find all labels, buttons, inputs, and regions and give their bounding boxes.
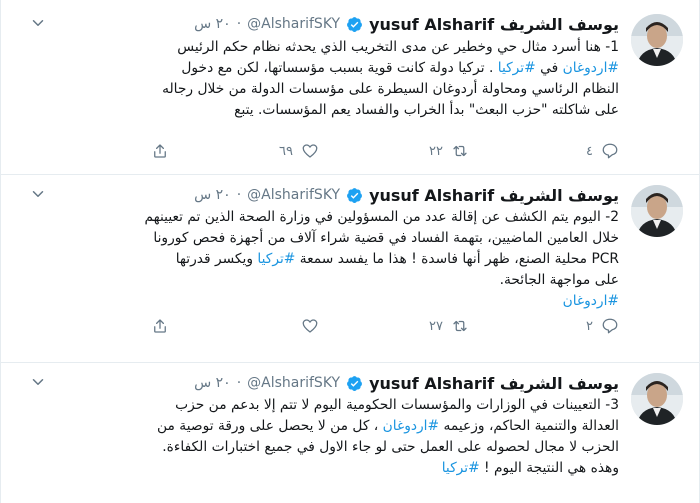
reply-button[interactable]: ٤ <box>586 142 619 160</box>
tweet-text: 2- اليوم يتم الكشف عن إقالة عدد من المسؤ… <box>31 207 619 312</box>
hashtag-link[interactable]: #اردوغان <box>31 291 619 312</box>
like-button[interactable] <box>293 317 319 335</box>
author-name[interactable]: yusuf Alsharif يوسف الشريف <box>369 186 619 205</box>
tweet-header: yusuf Alsharif يوسف الشريف @AlsharifSKY … <box>194 373 619 393</box>
separator-dot: · <box>236 187 242 203</box>
verified-badge-icon <box>347 375 362 391</box>
hashtag-link[interactable]: #اردوغان <box>383 418 439 434</box>
hashtag-link[interactable]: #تركيا <box>498 60 536 76</box>
avatar[interactable] <box>631 14 683 66</box>
tweet-text: 1- هنا أسرد مثال حي وخطير عن مدى التخريب… <box>31 37 619 121</box>
like-icon <box>302 144 318 158</box>
avatar[interactable] <box>631 185 683 237</box>
tweet-actions: ٤ ٢٢ ٦٩ <box>101 142 619 162</box>
author-name[interactable]: yusuf Alsharif يوسف الشريف <box>369 374 619 393</box>
tweet-text-line: PCR محلية الصنع، ظهر أنها فاسدة ! هذا ما… <box>175 251 619 267</box>
tweet-header: yusuf Alsharif يوسف الشريف @AlsharifSKY … <box>194 14 619 34</box>
tweet[interactable]: yusuf Alsharif يوسف الشريف @AlsharifSKY … <box>1 363 699 503</box>
tweet-header: yusuf Alsharif يوسف الشريف @AlsharifSKY … <box>194 185 619 205</box>
author-handle[interactable]: @AlsharifSKY <box>247 16 340 32</box>
like-icon <box>302 319 318 333</box>
tweet-timestamp[interactable]: ٢٠ س <box>194 375 231 391</box>
tweet-timestamp[interactable]: ٢٠ س <box>194 187 231 203</box>
caret-down-icon[interactable] <box>29 185 47 203</box>
tweet-text: 3- التعيينات في الوزارات والمؤسسات الحكو… <box>31 395 619 479</box>
share-icon <box>154 319 166 333</box>
share-button[interactable] <box>151 142 169 160</box>
author-name[interactable]: yusuf Alsharif يوسف الشريف <box>369 15 619 34</box>
caret-down-icon[interactable] <box>29 14 47 32</box>
like-count: ٦٩ <box>279 143 293 159</box>
separator-dot: · <box>236 375 242 391</box>
share-icon <box>154 144 166 158</box>
tweet-text-line: #اردوغان في #تركيا . تركيا دولة كانت قوي… <box>181 60 619 76</box>
caret-down-icon[interactable] <box>29 373 47 391</box>
timeline: yusuf Alsharif يوسف الشريف @AlsharifSKY … <box>0 0 700 503</box>
tweet-actions: ٢ ٢٧ <box>101 317 619 337</box>
retweet-icon <box>453 320 467 332</box>
tweet[interactable]: yusuf Alsharif يوسف الشريف @AlsharifSKY … <box>1 175 699 363</box>
retweet-count: ٢٢ <box>429 143 443 159</box>
separator-dot: · <box>236 16 242 32</box>
verified-badge-icon <box>347 187 362 203</box>
tweet-text-line: العدالة والتنمية الحاكم، وزعيمه #اردوغان… <box>157 418 619 434</box>
reply-icon <box>602 143 618 159</box>
reply-count: ٤ <box>586 143 593 159</box>
tweet-text-line: 2- اليوم يتم الكشف عن إقالة عدد من المسؤ… <box>144 209 619 225</box>
avatar[interactable] <box>631 373 683 425</box>
tweet-text-line: وهذه هي النتيجة اليوم ! #تركيا <box>441 460 619 476</box>
retweet-count: ٢٧ <box>429 318 443 334</box>
author-handle[interactable]: @AlsharifSKY <box>247 375 340 391</box>
reply-button[interactable]: ٢ <box>586 317 619 335</box>
verified-badge-icon <box>347 16 362 32</box>
tweet-text-line: خلال العامين الماضيين، بتهمة الفساد في ق… <box>153 230 619 246</box>
tweet-text-line: 1- هنا أسرد مثال حي وخطير عن مدى التخريب… <box>177 39 619 55</box>
tweet-text-line: على شاكلته "حزب البعث" بدأ الخراب والفسا… <box>234 102 619 118</box>
tweet-timestamp[interactable]: ٢٠ س <box>194 16 231 32</box>
hashtag-link[interactable]: #اردوغان <box>563 60 619 76</box>
retweet-icon <box>453 145 467 157</box>
like-button[interactable]: ٦٩ <box>279 142 319 160</box>
share-button[interactable] <box>151 317 169 335</box>
tweet-text-line: على مواجهة الجائحة. <box>499 272 619 288</box>
tweet-text-line: النظام الرئاسي ومحاولة أردوغان السيطرة ع… <box>162 81 619 97</box>
retweet-button[interactable]: ٢٢ <box>429 142 469 160</box>
hashtag-link[interactable]: #تركيا <box>257 251 295 267</box>
reply-icon <box>602 318 618 334</box>
author-handle[interactable]: @AlsharifSKY <box>247 187 340 203</box>
tweet-text-line: الحزب لا مجال لحصوله على العمل حتى لو جا… <box>162 439 619 455</box>
retweet-button[interactable]: ٢٧ <box>429 317 469 335</box>
reply-count: ٢ <box>586 318 593 334</box>
tweet[interactable]: yusuf Alsharif يوسف الشريف @AlsharifSKY … <box>1 0 699 175</box>
tweet-text-line: 3- التعيينات في الوزارات والمؤسسات الحكو… <box>175 397 619 413</box>
hashtag-link[interactable]: #تركيا <box>442 460 480 476</box>
